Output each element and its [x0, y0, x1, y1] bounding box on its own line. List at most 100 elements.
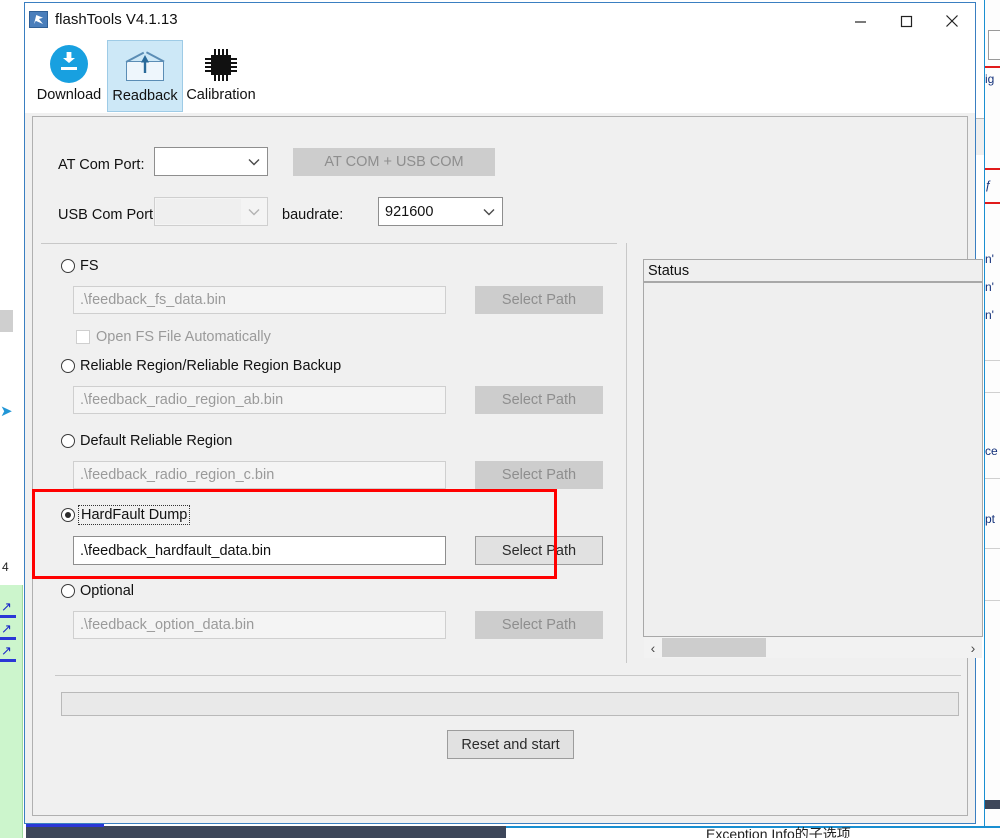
background-scrollbar-thumb[interactable] [0, 310, 13, 332]
footer-divider [55, 675, 961, 676]
chevron-down-icon [241, 208, 267, 216]
main-toolbar: Download Readback Calibration [25, 40, 975, 113]
radio-row-fs[interactable]: FS [61, 258, 99, 274]
background-link-underline [0, 659, 16, 662]
status-log-text [644, 283, 982, 291]
background-right-rule-red [985, 168, 1000, 170]
radio-default-reliable-region[interactable] [61, 434, 75, 448]
background-right-text: pt [985, 512, 996, 526]
screenshot-root: ➤ 4 ↗ ↗ ↗ Exception Info的子选项 ig ƒ n' n' … [0, 0, 1000, 838]
select-path-button-fs[interactable]: Select Path [475, 286, 603, 314]
reset-and-start-button[interactable]: Reset and start [447, 730, 574, 759]
envelope-upload-icon [123, 44, 167, 88]
minimize-button[interactable] [837, 3, 883, 39]
chip-icon [199, 43, 243, 87]
checkbox-label-open-fs-automatically: Open FS File Automatically [96, 329, 271, 345]
background-right-rule [985, 478, 1000, 479]
background-right-text: n' [985, 280, 994, 294]
usb-com-port-select[interactable] [154, 197, 268, 226]
radio-hardfault-dump[interactable] [61, 508, 75, 522]
radio-row-optional[interactable]: Optional [61, 583, 134, 599]
section-divider [41, 243, 617, 244]
maximize-button[interactable] [883, 3, 929, 39]
baudrate-value: 921600 [385, 203, 434, 220]
background-link-underline [0, 615, 16, 618]
background-pointer-icon: ➤ [0, 403, 13, 420]
background-taskbar [26, 826, 506, 838]
status-horizontal-scrollbar[interactable]: ‹ › [644, 637, 982, 658]
background-right-rule [985, 600, 1000, 601]
select-path-button-default-reliable-region[interactable]: Select Path [475, 461, 603, 489]
path-input-default-reliable-region[interactable]: .\feedback_radio_region_c.bin [73, 461, 446, 489]
toolbar-item-readback[interactable]: Readback [107, 40, 183, 112]
background-caption-text: Exception Info的子选项 [706, 826, 851, 838]
radio-label-default-reliable-region: Default Reliable Region [80, 433, 233, 449]
background-right-text: n' [985, 252, 994, 266]
background-right-text: n' [985, 308, 994, 322]
background-right-window [984, 0, 1000, 826]
background-right-rule-red [985, 66, 1000, 68]
baudrate-label: baudrate: [282, 207, 344, 223]
status-log-body[interactable] [643, 282, 983, 637]
background-right-text: ƒ [985, 178, 992, 192]
baudrate-select[interactable]: 921600 [378, 197, 503, 226]
radio-reliable-region-backup[interactable] [61, 359, 75, 373]
scrollbar-thumb[interactable] [662, 638, 766, 657]
background-right-dark-strip [985, 800, 1000, 809]
scroll-right-icon[interactable]: › [964, 640, 982, 656]
background-link-glyph[interactable]: ↗ [1, 622, 14, 636]
radio-label-reliable-region-backup: Reliable Region/Reliable Region Backup [80, 358, 342, 374]
background-link-glyph[interactable]: ↗ [1, 644, 14, 658]
background-right-text: ig [985, 72, 995, 86]
panel-divider [626, 243, 627, 663]
download-icon [47, 43, 91, 87]
window-title: flashTools V4.1.13 [55, 11, 178, 28]
path-input-fs[interactable]: .\feedback_fs_data.bin [73, 286, 446, 314]
path-input-optional[interactable]: .\feedback_option_data.bin [73, 611, 446, 639]
chevron-down-icon [476, 208, 502, 216]
path-input-reliable-region-backup[interactable]: .\feedback_radio_region_ab.bin [73, 386, 446, 414]
window-controls [837, 3, 975, 39]
at-com-usb-com-button[interactable]: AT COM + USB COM [293, 148, 495, 176]
close-button[interactable] [929, 3, 975, 39]
toolbar-label-download: Download [36, 87, 102, 103]
at-com-port-select[interactable] [154, 147, 268, 176]
scrollbar-track[interactable] [662, 637, 964, 658]
progress-bar [61, 692, 959, 716]
background-right-input[interactable] [988, 30, 1000, 60]
select-path-button-hardfault-dump[interactable]: Select Path [475, 536, 603, 565]
background-right-rule [985, 360, 1000, 361]
toolbar-item-calibration[interactable]: Calibration [183, 40, 259, 112]
background-link-underline [0, 637, 16, 640]
at-com-port-label: AT Com Port: [58, 157, 145, 173]
toolbar-label-calibration: Calibration [186, 87, 256, 103]
path-input-hardfault-dump[interactable]: .\feedback_hardfault_data.bin [73, 536, 446, 565]
radio-fs[interactable] [61, 259, 75, 273]
chevron-down-icon [241, 158, 267, 166]
background-right-rule-red [985, 202, 1000, 204]
radio-label-fs: FS [80, 258, 99, 274]
toolbar-label-readback: Readback [112, 88, 178, 104]
radio-optional[interactable] [61, 584, 75, 598]
select-path-button-optional[interactable]: Select Path [475, 611, 603, 639]
background-link-glyph[interactable]: ↗ [1, 600, 14, 614]
radio-row-hardfault-dump[interactable]: HardFault Dump [61, 505, 191, 525]
background-left-marker: 4 [2, 560, 9, 574]
radio-row-reliable-region-backup[interactable]: Reliable Region/Reliable Region Backup [61, 358, 341, 374]
background-taskbar-accent [26, 824, 104, 827]
background-right-rule [985, 392, 1000, 393]
status-header: Status [643, 259, 983, 282]
checkbox-row-open-fs[interactable]: Open FS File Automatically [76, 329, 271, 345]
app-icon [29, 11, 48, 28]
background-right-text: ce [985, 444, 998, 458]
background-right-rule [985, 548, 1000, 549]
title-bar: flashTools V4.1.13 [25, 3, 975, 40]
radio-label-hardfault-dump: HardFault Dump [77, 505, 191, 525]
checkbox-open-fs-automatically[interactable] [76, 330, 90, 344]
radio-row-default-reliable-region[interactable]: Default Reliable Region [61, 433, 232, 449]
scroll-left-icon[interactable]: ‹ [644, 640, 662, 656]
select-path-button-reliable-region-backup[interactable]: Select Path [475, 386, 603, 414]
flashtools-window: flashTools V4.1.13 Download Readback Cal… [24, 2, 983, 824]
toolbar-item-download[interactable]: Download [31, 40, 107, 112]
radio-label-optional: Optional [80, 583, 135, 599]
